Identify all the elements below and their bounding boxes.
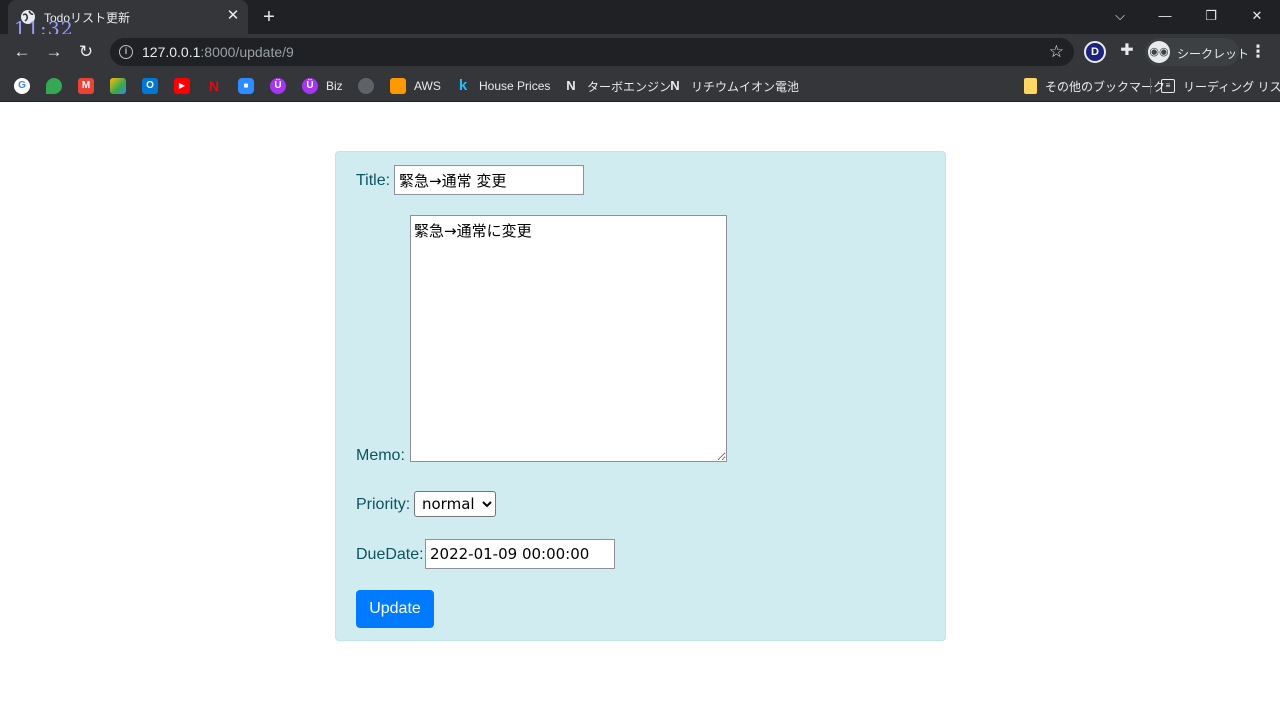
udemy-business-icon: Ü [302,78,318,94]
zoom-icon: ■ [238,78,254,94]
bookmark-drive[interactable] [110,76,126,96]
reading-list-label: リーディング リスト [1183,79,1280,94]
restore-icon[interactable]: ❐ [1199,5,1223,27]
tab-search-icon[interactable]: ⌵ [1108,5,1132,27]
title-input[interactable] [394,165,584,195]
memo-label: Memo: [356,447,405,464]
drive-icon [110,78,126,94]
bookmark-udemy-biz[interactable]: Ü Biz [302,76,343,96]
bookmark-github[interactable] [358,76,374,96]
folder-icon [1024,78,1037,94]
bookmark-aws[interactable]: AWS [390,76,441,96]
bookmark-netflix[interactable]: N [206,76,222,96]
aws-icon [390,78,406,94]
youtube-icon: ▶ [174,78,190,94]
bookmark-house-prices[interactable]: k House Prices [455,76,551,96]
extension-d-icon[interactable]: D [1084,41,1106,63]
kaggle-icon: k [458,77,468,94]
incognito-icon: ◉◉ [1148,41,1170,63]
close-tab-icon[interactable]: ✕ [224,7,242,25]
other-bookmarks[interactable]: その他のブックマーク [1024,76,1165,96]
bookmark-outlook[interactable]: O [142,76,158,96]
kebab-menu-icon[interactable]: ⋮ [1248,41,1268,63]
bookmark-zoom[interactable]: ■ [238,76,254,96]
update-button[interactable]: Update [356,590,434,628]
address-bar[interactable]: i 127.0.0.1:8000/update/9 ☆ [110,38,1074,66]
priority-select[interactable]: normal [414,491,496,517]
extensions-puzzle-icon[interactable]: ✚ [1117,41,1137,61]
browser-toolbar: ← → ↻ i 127.0.0.1:8000/update/9 ☆ D ✚ ◉◉… [0,34,1280,70]
bookmarks-bar: G M O ▶ N ■ Ü Ü Biz AWS k House Prices N… [0,70,1280,102]
forward-icon[interactable]: → [43,41,65,63]
incognito-badge[interactable]: ◉◉ シークレット [1145,38,1249,66]
close-window-icon[interactable]: ✕ [1245,5,1269,27]
bookmark-udemy[interactable]: Ü [270,76,286,96]
update-todo-form: Title: 緊急→通常に変更 Memo: Priority: normal D… [335,151,946,641]
reading-list[interactable]: ≡ リーディング リスト [1161,76,1280,96]
incognito-label: シークレット [1177,47,1250,61]
duedate-label: DueDate: [356,546,424,563]
bookmark-youtube[interactable]: ▶ [174,76,190,96]
url-text[interactable]: 127.0.0.1:8000/update/9 [142,44,294,60]
github-icon [358,78,374,94]
bookmark-lithium-battery[interactable]: N リチウムイオン電池 [667,76,799,96]
page-content: Title: 緊急→通常に変更 Memo: Priority: normal D… [0,103,1280,720]
duedate-input[interactable] [425,539,615,569]
bookmark-label: AWS [414,79,441,93]
title-label: Title: [356,172,391,189]
bookmark-star-icon[interactable]: ☆ [1049,42,1064,62]
bookmark-maps[interactable] [46,76,62,96]
memo-textarea[interactable]: 緊急→通常に変更 [410,215,727,462]
bookmark-label: ターボエンジン [587,79,672,94]
reload-icon[interactable]: ↻ [75,41,97,63]
priority-label: Priority: [356,496,411,513]
outlook-icon: O [142,78,158,94]
bookmark-label: リチウムイオン電池 [691,79,800,94]
bookmark-google[interactable]: G [14,76,30,96]
back-icon[interactable]: ← [11,41,33,63]
bookmark-gmail[interactable]: M [78,76,94,96]
udemy-icon: Ü [270,78,286,94]
bookmark-separator [1150,78,1151,94]
reading-list-icon: ≡ [1161,79,1175,93]
tab-strip: Todoリスト更新 ✕ 11:32 + ⌵ — ❐ ✕ [0,0,1280,40]
google-icon: G [14,78,30,94]
notion-like-icon: N [566,78,576,93]
notion-like-icon: N [670,78,680,93]
bookmark-turbo-engine[interactable]: N ターボエンジン [563,76,671,96]
new-tab-icon[interactable]: + [258,6,280,28]
minimize-icon[interactable]: — [1153,5,1177,27]
bookmark-label: House Prices [479,79,551,93]
maps-icon [46,78,62,94]
other-bookmarks-label: その他のブックマーク [1045,79,1166,94]
netflix-icon: N [206,78,222,94]
gmail-icon: M [78,78,94,94]
bookmark-label: Biz [326,79,343,93]
info-icon[interactable]: i [119,45,133,59]
